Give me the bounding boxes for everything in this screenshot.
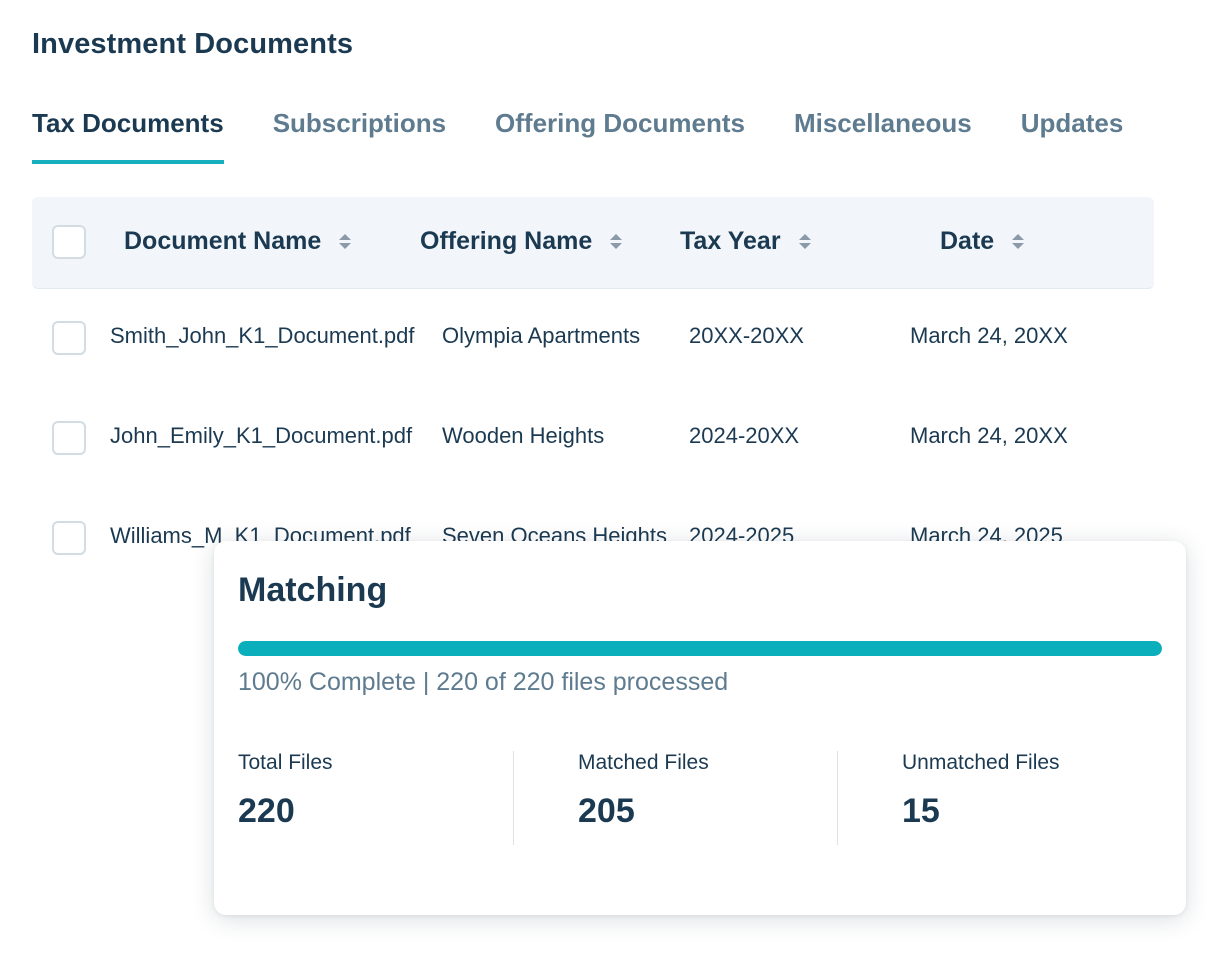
matching-title: Matching <box>238 571 388 609</box>
progress-bar-fill <box>238 641 1162 656</box>
tax-year-cell: 20XX-20XX <box>689 323 804 348</box>
stat-unmatched-files: Unmatched Files 15 <box>902 751 1060 831</box>
table-row[interactable]: Smith_John_K1_Document.pdf Olympia Apart… <box>32 307 1154 367</box>
stat-total-files: Total Files 220 <box>238 751 333 831</box>
sort-icon[interactable] <box>339 233 352 250</box>
tab-miscellaneous[interactable]: Miscellaneous <box>794 108 972 164</box>
column-label: Date <box>940 227 995 255</box>
column-header-document-name[interactable]: Document Name <box>124 227 352 256</box>
table-row[interactable]: John_Emily_K1_Document.pdf Wooden Height… <box>32 407 1154 467</box>
sort-icon[interactable] <box>1012 233 1025 250</box>
row-checkbox[interactable] <box>52 321 86 355</box>
column-label: Tax Year <box>680 227 781 255</box>
stat-label: Unmatched Files <box>902 751 1060 774</box>
column-header-tax-year[interactable]: Tax Year <box>680 227 811 256</box>
date-cell: March 24, 20XX <box>910 423 1068 448</box>
offering-name-cell: Wooden Heights <box>442 423 605 448</box>
column-label: Document Name <box>124 227 322 255</box>
stat-matched-files: Matched Files 205 <box>578 751 709 831</box>
select-all-checkbox[interactable] <box>52 225 86 259</box>
tax-year-cell: 2024-20XX <box>689 423 800 448</box>
stat-value: 15 <box>902 792 940 830</box>
date-cell: March 24, 20XX <box>910 323 1068 348</box>
document-name-cell[interactable]: Smith_John_K1_Document.pdf <box>110 323 415 349</box>
document-name-cell[interactable]: John_Emily_K1_Document.pdf <box>110 423 412 449</box>
progress-status-text: 100% Complete | 220 of 220 files process… <box>238 668 729 696</box>
table-header: Document Name Offering Name Tax Year Dat… <box>32 197 1154 289</box>
tab-offering-documents[interactable]: Offering Documents <box>495 108 745 164</box>
matching-progress-card: Matching 100% Complete | 220 of 220 file… <box>214 541 1186 915</box>
stat-value: 220 <box>238 792 295 830</box>
page-title: Investment Documents <box>32 28 354 60</box>
stat-label: Matched Files <box>578 751 709 774</box>
stat-label: Total Files <box>238 751 333 774</box>
tab-updates[interactable]: Updates <box>1021 108 1124 164</box>
stat-divider <box>513 751 514 845</box>
row-checkbox[interactable] <box>52 521 86 555</box>
sort-icon[interactable] <box>798 233 811 250</box>
tab-subscriptions[interactable]: Subscriptions <box>273 108 446 164</box>
stat-value: 205 <box>578 792 635 830</box>
sort-icon[interactable] <box>610 233 623 250</box>
progress-bar <box>238 641 1162 656</box>
column-label: Offering Name <box>420 227 593 255</box>
column-header-date[interactable]: Date <box>940 227 1025 256</box>
row-checkbox[interactable] <box>52 421 86 455</box>
offering-name-cell: Olympia Apartments <box>442 323 641 348</box>
investment-documents-page: Investment Documents Tax Documents Subsc… <box>0 0 1232 962</box>
stat-divider <box>837 751 838 845</box>
tab-tax-documents[interactable]: Tax Documents <box>32 108 224 164</box>
column-header-offering-name[interactable]: Offering Name <box>420 227 623 256</box>
tab-bar: Tax Documents Subscriptions Offering Doc… <box>32 108 1172 164</box>
